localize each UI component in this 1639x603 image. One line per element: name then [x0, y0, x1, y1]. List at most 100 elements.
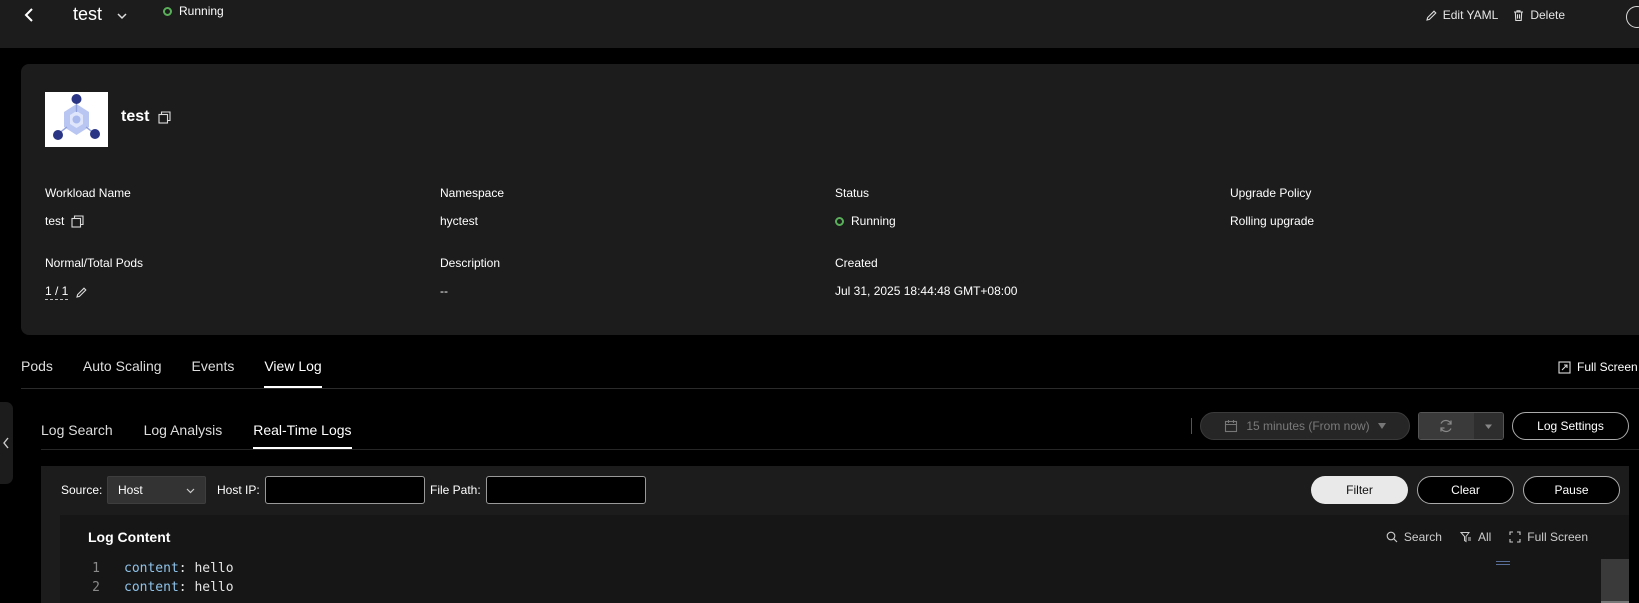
copy-icon[interactable] [158, 110, 172, 124]
chevron-down-icon[interactable] [116, 10, 128, 22]
chevron-down-icon [185, 485, 196, 496]
tab-view-log[interactable]: View Log [264, 358, 322, 388]
description-value: -- [440, 284, 448, 298]
log-scrollbar[interactable] [1601, 559, 1629, 603]
caret-down-icon [1484, 423, 1492, 430]
created-label: Created [835, 256, 878, 270]
log-settings-button[interactable]: Log Settings [1512, 412, 1629, 440]
real-time-log-panel: Source: Host Host IP: File Path: Filter … [41, 466, 1629, 603]
tab-real-time-logs[interactable]: Real-Time Logs [253, 422, 352, 449]
workload-name-value: test [45, 214, 84, 228]
clear-button[interactable]: Clear [1417, 476, 1514, 504]
workload-title-text: test [121, 108, 150, 125]
tabs-divider [21, 388, 1639, 389]
time-range-picker[interactable]: 15 minutes (From now) [1200, 412, 1410, 440]
log-line: 2 content: hello [90, 578, 234, 597]
tab-pods[interactable]: Pods [21, 358, 53, 388]
log-content-box: Log Content Search All Full Screen 1 con… [60, 515, 1629, 603]
host-ip-label: Host IP: [217, 483, 260, 497]
log-content-title: Log Content [88, 529, 171, 545]
full-screen-button[interactable]: Full Screen [1558, 360, 1638, 374]
refresh-icon [1438, 418, 1454, 434]
edit-yaml-button[interactable]: Edit YAML [1425, 8, 1499, 22]
source-select[interactable]: Host [107, 476, 206, 504]
log-value: hello [194, 580, 234, 595]
trash-icon [1512, 9, 1525, 22]
copy-icon[interactable] [71, 214, 84, 228]
running-status-icon [163, 6, 172, 16]
created-value: Jul 31, 2025 18:44:48 GMT+08:00 [835, 284, 1018, 298]
log-colon: : [178, 561, 195, 576]
workload-tabs: Pods Auto Scaling Events View Log [21, 358, 322, 388]
upgrade-policy-value: Rolling upgrade [1230, 214, 1315, 228]
namespace-label: Namespace [440, 186, 505, 200]
log-filter-all-button[interactable]: All [1459, 530, 1492, 544]
code-minimap [1496, 561, 1510, 565]
status-label: Status [835, 186, 870, 200]
log-search-button[interactable]: Search [1386, 530, 1442, 544]
log-colon: : [178, 580, 195, 595]
edit-pods-icon[interactable] [75, 286, 88, 299]
description-label: Description [440, 256, 501, 270]
top-bar: test Running Edit YAML Delete [0, 0, 1639, 48]
delete-button[interactable]: Delete [1512, 8, 1565, 22]
log-key: content [124, 561, 179, 576]
file-path-input[interactable] [486, 476, 646, 504]
edit-yaml-label: Edit YAML [1442, 8, 1499, 22]
namespace-value: hyctest [440, 214, 479, 228]
caret-down-icon [1377, 422, 1386, 430]
page-title: test [73, 4, 103, 24]
status-value: Running [835, 214, 896, 228]
tab-log-analysis[interactable]: Log Analysis [144, 422, 223, 449]
calendar-icon [1224, 419, 1238, 433]
pencil-icon [1425, 9, 1438, 22]
pods-count[interactable]: 1 / 1 [45, 284, 69, 300]
pods-label: Normal/Total Pods [45, 256, 144, 270]
search-icon[interactable] [1626, 6, 1639, 28]
status-value-text: Running [851, 214, 896, 228]
time-range-text: 15 minutes (From now) [1246, 419, 1370, 433]
workload-avatar [45, 92, 108, 147]
back-arrow-icon[interactable] [20, 5, 40, 25]
workload-title: test [121, 108, 172, 126]
log-tools: Search All Full Screen [1386, 530, 1588, 544]
log-search-label: Search [1403, 530, 1442, 544]
log-full-screen-button[interactable]: Full Screen [1509, 530, 1588, 544]
collapse-sidebar-handle[interactable] [0, 402, 13, 484]
log-lines: 1 content: hello 2 content: hello [90, 559, 234, 597]
refresh-button-group [1418, 412, 1504, 440]
tab-log-search[interactable]: Log Search [41, 422, 113, 449]
delete-label: Delete [1530, 8, 1565, 22]
filter-button[interactable]: Filter [1311, 476, 1408, 504]
tab-events[interactable]: Events [192, 358, 235, 388]
file-path-label: File Path: [430, 483, 481, 497]
line-number: 2 [92, 580, 100, 595]
refresh-button[interactable] [1419, 413, 1474, 439]
host-ip-input[interactable] [265, 476, 425, 504]
workload-info-card: test Workload Name test Namespace hyctes… [21, 64, 1639, 335]
workload-name-label: Workload Name [45, 186, 131, 200]
log-subtabs: Log Search Log Analysis Real-Time Logs [41, 422, 352, 449]
workload-name-text: test [45, 214, 65, 228]
source-label: Source: [61, 483, 103, 497]
search-icon [1386, 531, 1398, 543]
fullscreen-icon [1509, 531, 1521, 543]
filter-icon [1459, 531, 1472, 543]
log-line: 1 content: hello [90, 559, 233, 578]
header-actions: Edit YAML Delete [1425, 8, 1565, 22]
toolbar-separator [1191, 418, 1192, 434]
log-key: content [124, 580, 179, 595]
status-text: Running [179, 4, 224, 18]
line-number: 1 [92, 561, 100, 576]
running-status-icon [835, 216, 844, 226]
pods-value: 1 / 1 [45, 284, 88, 300]
refresh-interval-dropdown[interactable] [1473, 413, 1503, 439]
expand-icon [1558, 360, 1571, 374]
tab-auto-scaling[interactable]: Auto Scaling [83, 358, 162, 388]
log-full-screen-label: Full Screen [1527, 530, 1588, 544]
full-screen-label: Full Screen [1577, 360, 1638, 374]
upgrade-policy-label: Upgrade Policy [1230, 186, 1312, 200]
subtabs-divider [41, 449, 1639, 450]
pause-button[interactable]: Pause [1523, 476, 1620, 504]
log-all-label: All [1477, 530, 1492, 544]
